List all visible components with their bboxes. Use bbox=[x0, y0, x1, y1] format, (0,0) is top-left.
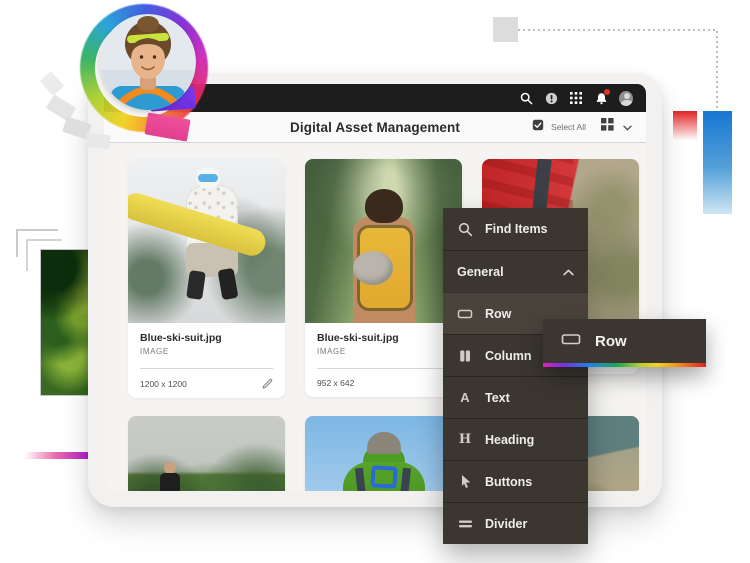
row-icon bbox=[561, 331, 581, 352]
row-flyout[interactable]: Row bbox=[543, 319, 706, 367]
gray-square-decoration bbox=[493, 17, 518, 42]
menu-section-general[interactable]: General bbox=[443, 250, 588, 292]
menu-section-label: General bbox=[457, 265, 504, 279]
row-icon bbox=[457, 306, 473, 322]
asset-thumbnail-snowboarder bbox=[128, 159, 285, 323]
asset-type: IMAGE bbox=[317, 347, 450, 356]
flyout-label: Row bbox=[595, 333, 627, 350]
menu-item-label: Row bbox=[485, 307, 511, 321]
help-icon[interactable] bbox=[544, 91, 558, 105]
asset-thumbnail-green-jacket bbox=[305, 416, 462, 491]
pink-gradient-bar bbox=[25, 452, 94, 459]
menu-item-label: Heading bbox=[485, 433, 534, 447]
notification-badge bbox=[604, 89, 610, 95]
asset-name: Blue-ski-suit.jpg bbox=[317, 332, 450, 344]
app-switcher-icon[interactable] bbox=[569, 91, 583, 105]
asset-card[interactable] bbox=[305, 416, 462, 491]
select-all-label[interactable]: Select All bbox=[551, 122, 586, 132]
gray-swatch bbox=[85, 133, 110, 149]
menu-item-divider[interactable]: Divider bbox=[443, 502, 588, 544]
text-icon: A bbox=[457, 390, 473, 405]
menu-item-label: Find Items bbox=[485, 222, 548, 236]
asset-dimensions: 1200 x 1200 bbox=[140, 379, 187, 389]
asset-type: IMAGE bbox=[140, 347, 273, 356]
menu-item-label: Divider bbox=[485, 517, 527, 531]
heading-icon: H bbox=[457, 432, 473, 447]
asset-name: Blue-ski-suit.jpg bbox=[140, 332, 273, 344]
menu-item-label: Buttons bbox=[485, 475, 532, 489]
search-icon bbox=[457, 222, 473, 237]
asset-thumbnail-park bbox=[128, 416, 285, 491]
menu-item-buttons[interactable]: Buttons bbox=[443, 460, 588, 502]
menu-item-label: Column bbox=[485, 349, 532, 363]
asset-card[interactable]: Blue-ski-suit.jpg IMAGE 1200 x 1200 bbox=[128, 159, 285, 398]
dotted-line-horizontal bbox=[518, 29, 717, 31]
menu-item-find-items[interactable]: Find Items bbox=[443, 208, 588, 250]
divider-icon bbox=[457, 519, 473, 529]
components-dropdown-menu: Find Items General Row Column A Text bbox=[443, 208, 588, 544]
menu-item-label: Text bbox=[485, 391, 510, 405]
notifications-bell-icon[interactable] bbox=[594, 91, 608, 105]
chevron-up-icon bbox=[563, 265, 574, 279]
asset-dimensions: 952 x 642 bbox=[317, 378, 354, 388]
cursor-icon bbox=[457, 474, 473, 490]
edit-pencil-icon[interactable] bbox=[262, 378, 273, 389]
menu-item-text[interactable]: A Text bbox=[443, 376, 588, 418]
column-icon bbox=[457, 348, 473, 364]
portrait-photo bbox=[100, 14, 196, 110]
grid-view-icon[interactable] bbox=[601, 118, 614, 136]
view-chevron-down-icon[interactable] bbox=[623, 118, 632, 136]
asset-card[interactable] bbox=[128, 416, 285, 491]
asset-card[interactable]: Blue-ski-suit.jpg IMAGE 952 x 642 bbox=[305, 159, 462, 397]
blue-gradient-bar bbox=[703, 111, 732, 214]
asset-thumbnail-hiker bbox=[305, 159, 462, 323]
account-avatar-icon[interactable] bbox=[619, 91, 633, 105]
dotted-line-vertical bbox=[716, 31, 718, 111]
red-gradient-bar bbox=[673, 111, 697, 142]
select-all-checkbox-icon[interactable] bbox=[532, 118, 544, 136]
gray-swatch bbox=[40, 71, 65, 96]
screenshot-stage: Digital Asset Management Select All bbox=[0, 0, 750, 563]
avatar-color-wheel-graphic bbox=[42, 2, 198, 158]
menu-item-heading[interactable]: H Heading bbox=[443, 418, 588, 460]
search-icon[interactable] bbox=[519, 91, 533, 105]
